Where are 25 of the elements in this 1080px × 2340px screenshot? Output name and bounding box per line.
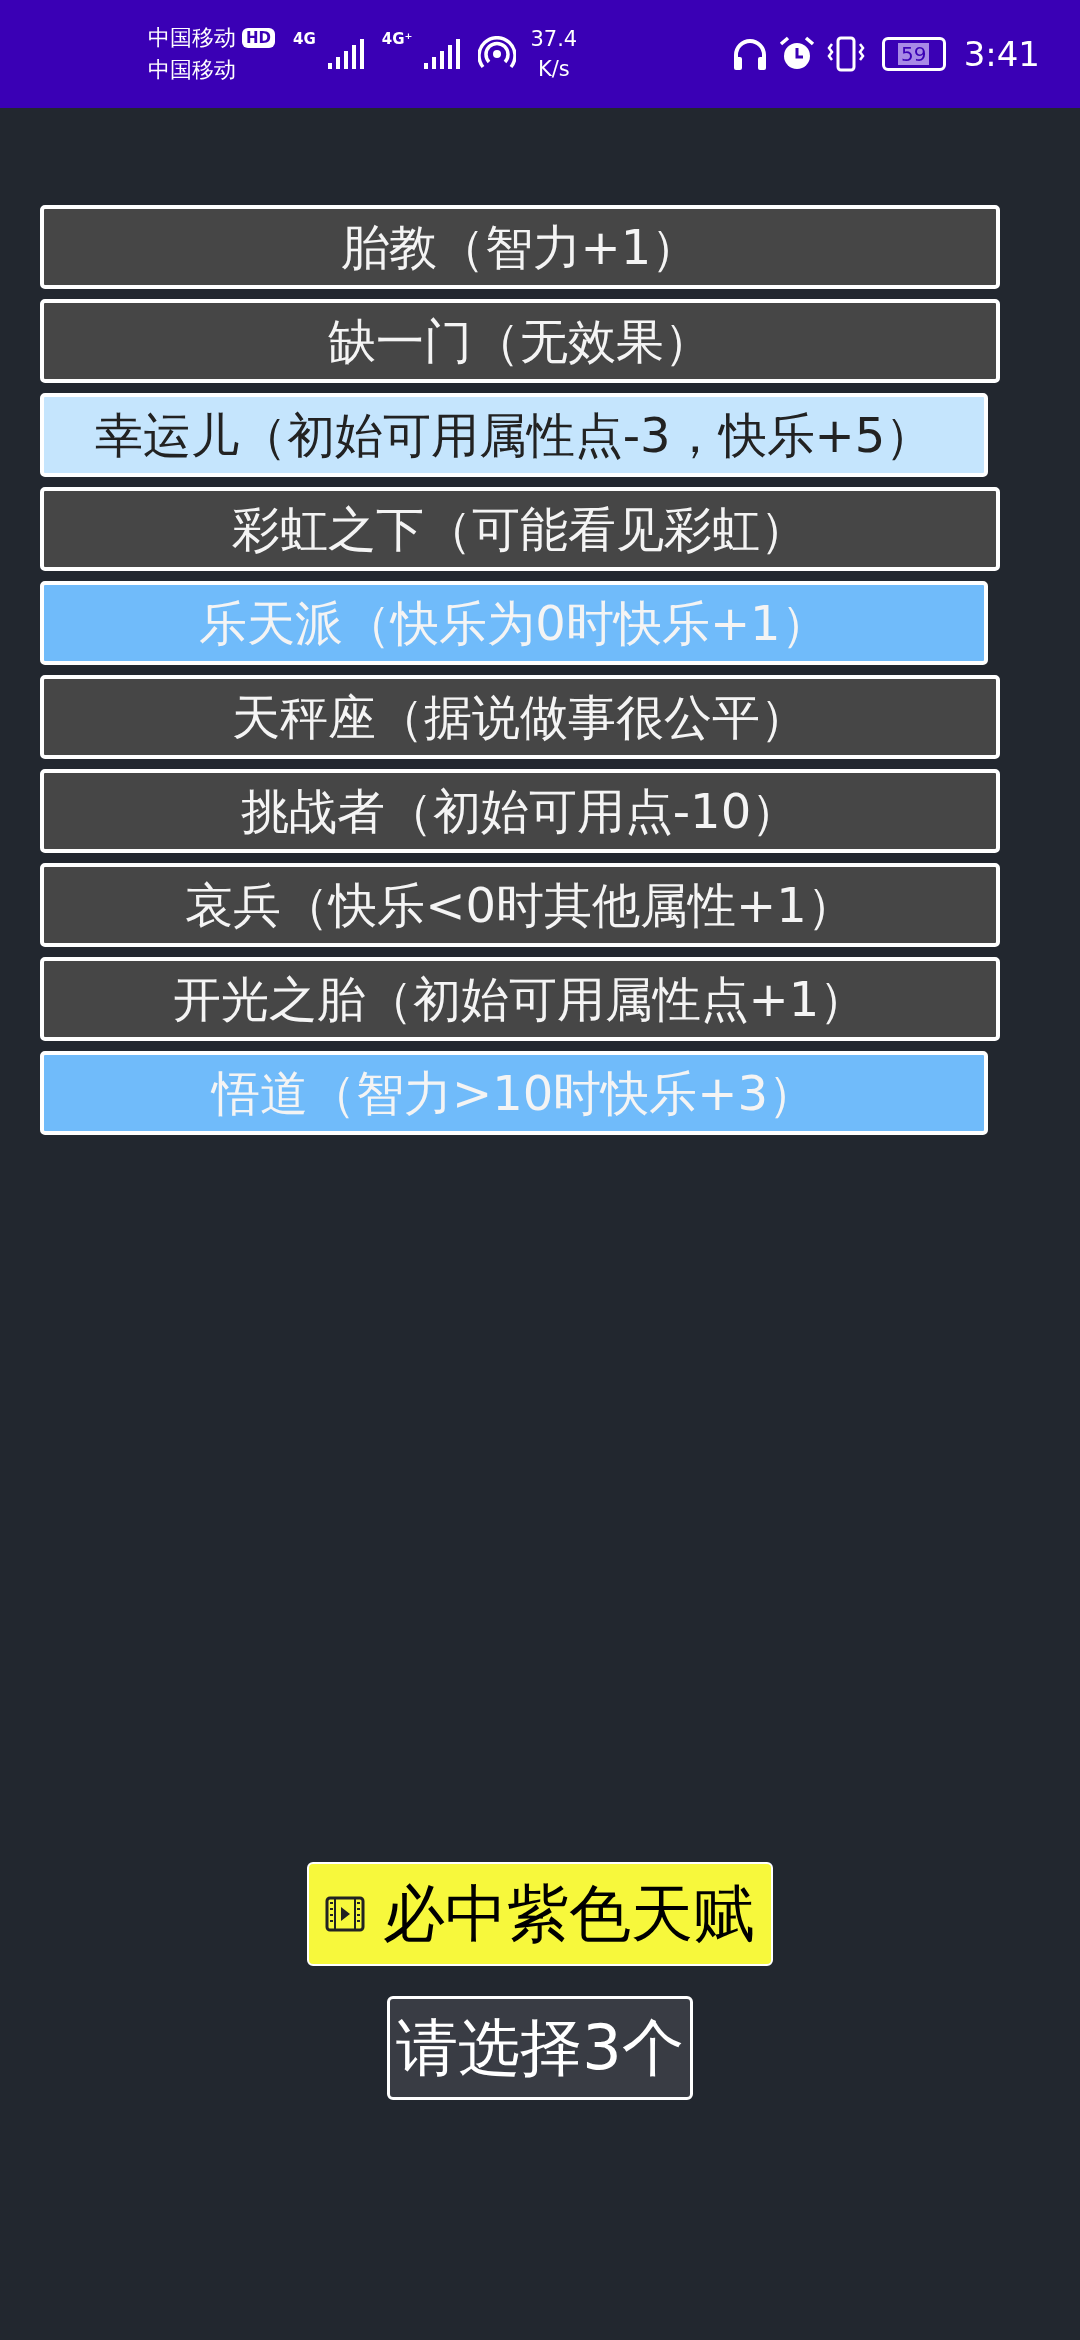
talent-option[interactable]: 挑战者（初始可用点-10）: [40, 769, 1000, 853]
battery-icon: 59: [881, 37, 946, 71]
talent-option[interactable]: 天秤座（据说做事很公平）: [40, 675, 1000, 759]
talent-option[interactable]: 胎教（智力+1）: [40, 205, 1000, 289]
speed-value: 37.4: [530, 26, 578, 53]
vibrate-icon: [825, 36, 866, 72]
talent-option[interactable]: 缺一门（无效果）: [40, 299, 1000, 383]
alarm-icon: [777, 36, 816, 72]
speed-unit: K/s: [537, 56, 570, 83]
headphones-icon: [731, 37, 768, 71]
hd-badge: HD: [242, 28, 275, 48]
carrier-label: 中国移动: [148, 56, 237, 84]
talent-option[interactable]: 幸运儿（初始可用属性点-3，快乐+5）: [40, 393, 988, 477]
clock: 3:41: [963, 34, 1040, 74]
signal-icon: [325, 37, 366, 71]
network-label: 4G⁺: [381, 30, 413, 48]
talent-option[interactable]: 哀兵（快乐<0时其他属性+1）: [40, 863, 1000, 947]
confirm-button[interactable]: 请选择3个: [387, 1996, 693, 2100]
network-label: 4G: [293, 30, 316, 48]
signal-icon: [422, 37, 463, 71]
carrier-label: 中国移动: [148, 24, 236, 52]
talent-option[interactable]: 开光之胎（初始可用属性点+1）: [40, 957, 1000, 1041]
talent-option[interactable]: 彩虹之下（可能看见彩虹）: [40, 487, 1000, 571]
video-icon: [325, 1896, 365, 1932]
ad-button[interactable]: 必中紫色天赋: [307, 1862, 773, 1966]
